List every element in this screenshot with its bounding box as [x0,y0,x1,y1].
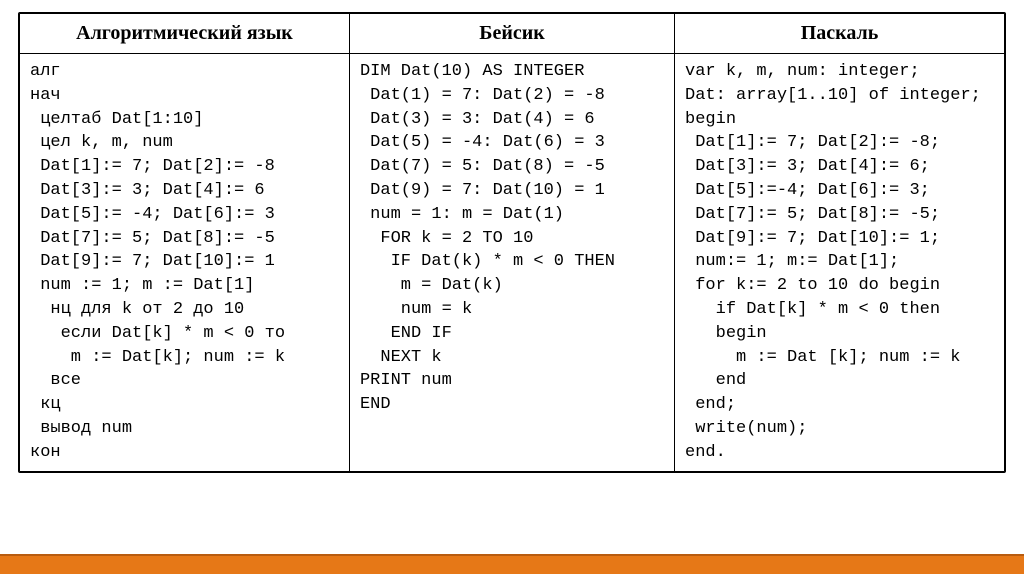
code-algorithmic: алг нач целтаб Dat[1:10] цел k, m, num D… [30,60,341,465]
header-pascal: Паскаль [675,14,1005,54]
code-pascal: var k, m, num: integer; Dat: array[1..10… [685,60,996,465]
code-table-card: Алгоритмический язык Бейсик Паскаль алг … [18,12,1006,473]
code-table: Алгоритмический язык Бейсик Паскаль алг … [19,13,1005,472]
cell-pascal: var k, m, num: integer; Dat: array[1..10… [675,54,1005,472]
cell-algorithmic: алг нач целтаб Dat[1:10] цел k, m, num D… [20,54,350,472]
table-header-row: Алгоритмический язык Бейсик Паскаль [20,14,1005,54]
header-algorithmic: Алгоритмический язык [20,14,350,54]
footer-bar [0,554,1024,574]
table-row: алг нач целтаб Dat[1:10] цел k, m, num D… [20,54,1005,472]
page: Алгоритмический язык Бейсик Паскаль алг … [0,0,1024,574]
code-basic: DIM Dat(10) AS INTEGER Dat(1) = 7: Dat(2… [360,60,666,417]
header-basic: Бейсик [349,14,674,54]
cell-basic: DIM Dat(10) AS INTEGER Dat(1) = 7: Dat(2… [349,54,674,472]
